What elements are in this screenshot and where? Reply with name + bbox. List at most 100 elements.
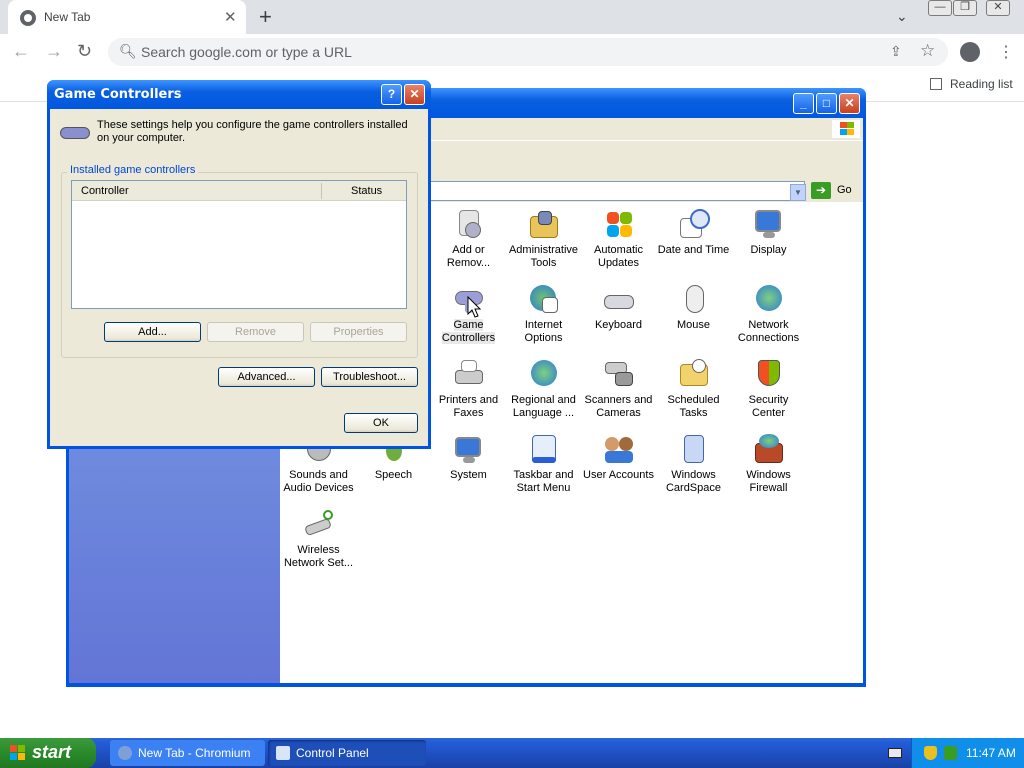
star-icon[interactable]: ☆ xyxy=(920,41,935,61)
go-button[interactable]: Go xyxy=(837,184,852,196)
cp-item-wireless-network[interactable]: Wireless Network Set... xyxy=(281,508,356,570)
updates-icon xyxy=(603,208,635,240)
task-label: New Tab - Chromium xyxy=(138,746,251,760)
dialog-intro-text: These settings help you configure the ga… xyxy=(97,119,408,144)
search-icon: 🔍︎ xyxy=(119,43,137,59)
system-tray: 11:47 AM xyxy=(911,738,1024,768)
chromium-icon xyxy=(118,746,132,760)
reload-icon[interactable]: ↻ xyxy=(77,41,92,62)
taskbar-icon xyxy=(528,433,560,465)
security-alert-icon[interactable] xyxy=(924,746,937,760)
menu-icon[interactable]: ⋮ xyxy=(998,42,1014,62)
omnibox[interactable]: 🔍︎ Search google.com or type a URL ⇪ ☆ xyxy=(108,38,948,66)
tab-title: New Tab xyxy=(44,10,91,24)
globe-icon xyxy=(528,358,560,390)
ok-button[interactable]: OK xyxy=(344,413,418,433)
maximize-icon[interactable]: □ xyxy=(816,93,837,114)
network-icon[interactable] xyxy=(944,746,957,760)
cp-item-taskbar-start-menu[interactable]: Taskbar and Start Menu xyxy=(506,433,581,495)
reading-list-button[interactable]: Reading list xyxy=(930,77,1013,91)
close-window-icon[interactable]: ✕ xyxy=(986,0,1010,16)
reading-list-icon xyxy=(930,78,942,90)
cp-item-scanners-cameras[interactable]: Scanners and Cameras xyxy=(581,358,656,420)
properties-button[interactable]: Properties xyxy=(310,322,407,342)
controllers-list[interactable]: Controller Status xyxy=(71,180,407,309)
column-controller[interactable]: Controller xyxy=(81,185,129,197)
close-tab-icon[interactable]: ✕ xyxy=(224,8,237,26)
cp-item-regional-language[interactable]: Regional and Language ... xyxy=(506,358,581,420)
list-header: Controller Status xyxy=(72,181,406,201)
taskbar-item-chromium[interactable]: New Tab - Chromium xyxy=(110,740,265,766)
profile-icon[interactable] xyxy=(960,42,980,62)
network-icon xyxy=(753,283,785,315)
reading-list-label: Reading list xyxy=(950,77,1013,91)
shield-icon xyxy=(753,358,785,390)
share-icon[interactable]: ⇪ xyxy=(890,43,902,60)
back-icon[interactable]: ← xyxy=(12,41,30,62)
cp-item-network-connections[interactable]: Network Connections xyxy=(731,283,806,345)
display-icon xyxy=(753,208,785,240)
cp-item-date-time[interactable]: Date and Time xyxy=(656,208,731,257)
cardspace-icon xyxy=(678,433,710,465)
admin-tools-icon xyxy=(528,208,560,240)
start-button[interactable]: start xyxy=(0,738,96,768)
tab-new-tab[interactable]: New Tab ✕ xyxy=(8,0,246,34)
task-label: Control Panel xyxy=(296,746,369,760)
windows-logo-icon xyxy=(10,745,27,761)
clock: 11:47 AM xyxy=(966,746,1016,760)
advanced-button[interactable]: Advanced... xyxy=(218,367,315,387)
chevron-down-icon[interactable]: ▼ xyxy=(790,184,806,201)
troubleshoot-button[interactable]: Troubleshoot... xyxy=(321,367,418,387)
users-icon xyxy=(603,433,635,465)
cp-item-windows-cardspace[interactable]: Windows CardSpace xyxy=(656,433,731,495)
forward-icon[interactable]: → xyxy=(45,41,63,62)
omnibox-placeholder: Search google.com or type a URL xyxy=(141,44,352,60)
dialog-titlebar[interactable]: Game Controllers ? ✕ xyxy=(47,80,431,109)
cp-item-keyboard[interactable]: Keyboard xyxy=(581,283,656,332)
dialog-title: Game Controllers xyxy=(54,87,182,102)
globe-icon xyxy=(528,283,560,315)
add-button[interactable]: Add... xyxy=(104,322,201,342)
cp-item-add-remove[interactable]: Add or Remov... xyxy=(431,208,506,270)
close-icon[interactable]: ✕ xyxy=(839,93,860,114)
cp-item-automatic-updates[interactable]: Automatic Updates xyxy=(581,208,656,270)
go-arrow-icon[interactable]: ➔ xyxy=(811,182,831,199)
restore-icon[interactable]: ❐ xyxy=(953,0,977,16)
taskbar: start New Tab - Chromium Control Panel 1… xyxy=(0,738,1024,768)
close-icon[interactable]: ✕ xyxy=(404,84,425,105)
cp-item-security-center[interactable]: Security Center xyxy=(731,358,806,420)
help-icon[interactable]: ? xyxy=(381,84,402,105)
folder-clock-icon xyxy=(678,358,710,390)
mouse-cursor-icon xyxy=(467,296,481,318)
cp-item-printers-faxes[interactable]: Printers and Faxes xyxy=(431,358,506,420)
cp-item-scheduled-tasks[interactable]: Scheduled Tasks xyxy=(656,358,731,420)
group-label: Installed game controllers xyxy=(67,164,199,176)
firewall-icon xyxy=(753,433,785,465)
cp-item-user-accounts[interactable]: User Accounts xyxy=(581,433,656,482)
remove-button[interactable]: Remove xyxy=(207,322,304,342)
control-panel-icon xyxy=(276,746,290,760)
cp-item-windows-firewall[interactable]: Windows Firewall xyxy=(731,433,806,495)
scanner-icon xyxy=(603,358,635,390)
taskbar-item-control-panel[interactable]: Control Panel xyxy=(268,740,426,766)
cp-item-display[interactable]: Display xyxy=(731,208,806,257)
wireless-icon xyxy=(303,508,335,540)
windows-logo-icon xyxy=(832,120,860,138)
keyboard-icon[interactable] xyxy=(888,748,902,758)
cp-item-administrative-tools[interactable]: Administrative Tools xyxy=(506,208,581,270)
chromium-icon xyxy=(20,10,36,26)
minimize-icon[interactable]: — xyxy=(928,0,952,16)
printer-icon xyxy=(453,358,485,390)
clock-icon xyxy=(678,208,710,240)
new-tab-button[interactable]: + xyxy=(259,4,272,30)
cp-item-system[interactable]: System xyxy=(431,433,506,482)
add-remove-icon xyxy=(453,208,485,240)
tab-search-icon[interactable]: ⌄ xyxy=(896,8,908,25)
start-label: start xyxy=(32,742,72,762)
cp-item-mouse[interactable]: Mouse xyxy=(656,283,731,332)
column-status[interactable]: Status xyxy=(351,185,382,197)
system-icon xyxy=(453,433,485,465)
cp-item-internet-options[interactable]: Internet Options xyxy=(506,283,581,345)
gamepad-icon xyxy=(60,121,92,145)
minimize-icon[interactable]: _ xyxy=(793,93,814,114)
